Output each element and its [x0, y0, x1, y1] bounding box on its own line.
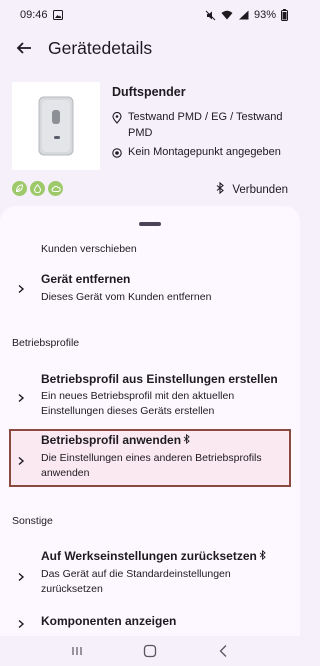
wifi-icon: [221, 10, 233, 20]
recents-icon: [72, 647, 82, 655]
remove-device-subtitle: Dieses Gerät vom Kunden entfernen: [41, 291, 212, 303]
factory-reset-title: Auf Werkseinstellungen zurücksetzen: [41, 549, 266, 563]
create-profile-title: Betriebsprofil aus Einstellungen erstell…: [41, 372, 278, 386]
connection-status: Verbunden: [216, 181, 288, 197]
signal-icon: [238, 10, 249, 20]
gallery-notification-icon: [52, 10, 63, 20]
chevron-right-icon: [16, 390, 26, 408]
back-button[interactable]: [12, 36, 36, 60]
leaf-icon: [12, 181, 27, 196]
home-button[interactable]: [138, 642, 162, 660]
create-profile-subtitle: Ein neues Betriebsprofil mit den aktuell…: [41, 390, 235, 417]
factory-reset-subtitle: Das Gerät auf die Standardeinstellungen …: [41, 568, 231, 595]
device-location: Testwand PMD / EG / Testwand PMD: [128, 111, 283, 139]
actions-bottom-sheet: Kunden verschieben Gerät entfernen Diese…: [0, 206, 300, 636]
system-nav-bar: [0, 636, 300, 666]
create-profile-item[interactable]: Betriebsprofil aus Einstellungen erstell…: [0, 370, 300, 422]
drag-handle[interactable]: [139, 222, 161, 226]
section-other-header: Sonstige: [12, 515, 53, 527]
mounting-row: Kein Montagepunkt angegeben: [112, 144, 281, 163]
components-item[interactable]: Komponenten anzeigen: [0, 612, 300, 634]
chevron-right-icon: [16, 569, 26, 587]
device-name: Duftspender: [112, 85, 186, 99]
feature-badges: [12, 181, 63, 196]
chevron-right-icon: [16, 281, 26, 299]
status-bar: 09:46 93%: [0, 0, 300, 30]
remove-device-title: Gerät entfernen: [41, 272, 131, 286]
mounting-point: Kein Montagepunkt angegeben: [128, 146, 281, 158]
apply-profile-subtitle: Die Einstellungen eines anderen Betriebs…: [41, 452, 262, 479]
status-right: 93%: [205, 9, 288, 21]
drop-icon: [30, 181, 45, 196]
battery-percent: 93%: [253, 9, 276, 21]
chevron-right-icon: [16, 453, 26, 471]
nav-back-button[interactable]: [211, 642, 235, 660]
page-title: Gerätedetails: [48, 37, 153, 58]
location-row: Testwand PMD / EG / Testwand PMD: [112, 109, 293, 141]
chevron-right-icon: [16, 616, 26, 634]
bluetooth-icon: [183, 433, 190, 447]
app-bar: Gerätedetails: [0, 30, 300, 66]
home-icon: [143, 644, 157, 658]
bluetooth-icon: [216, 181, 225, 197]
target-icon: [112, 147, 122, 163]
connection-label: Verbunden: [232, 183, 288, 196]
section-profiles-header: Betriebsprofile: [12, 337, 80, 349]
status-time: 09:46: [20, 9, 48, 21]
arrow-left-icon: [16, 42, 31, 54]
factory-reset-item[interactable]: Auf Werkseinstellungen zurücksetzen Das …: [0, 547, 300, 601]
chevron-left-icon: [219, 645, 227, 657]
battery-icon: [281, 9, 288, 21]
mute-icon: [205, 10, 216, 21]
device-image: [12, 82, 100, 170]
apply-profile-item[interactable]: Betriebsprofil anwenden Die Einstellunge…: [0, 431, 300, 485]
move-customer-item[interactable]: Kunden verschieben: [41, 243, 137, 255]
cloud-icon: [48, 181, 63, 196]
status-left: 09:46: [20, 9, 63, 21]
apply-profile-title: Betriebsprofil anwenden: [41, 433, 190, 447]
location-pin-icon: [112, 111, 122, 141]
remove-device-item[interactable]: Gerät entfernen Dieses Gerät vom Kunden …: [0, 268, 300, 312]
recent-apps-button[interactable]: [65, 642, 89, 660]
components-title: Komponenten anzeigen: [41, 614, 177, 628]
bluetooth-icon: [259, 549, 266, 563]
